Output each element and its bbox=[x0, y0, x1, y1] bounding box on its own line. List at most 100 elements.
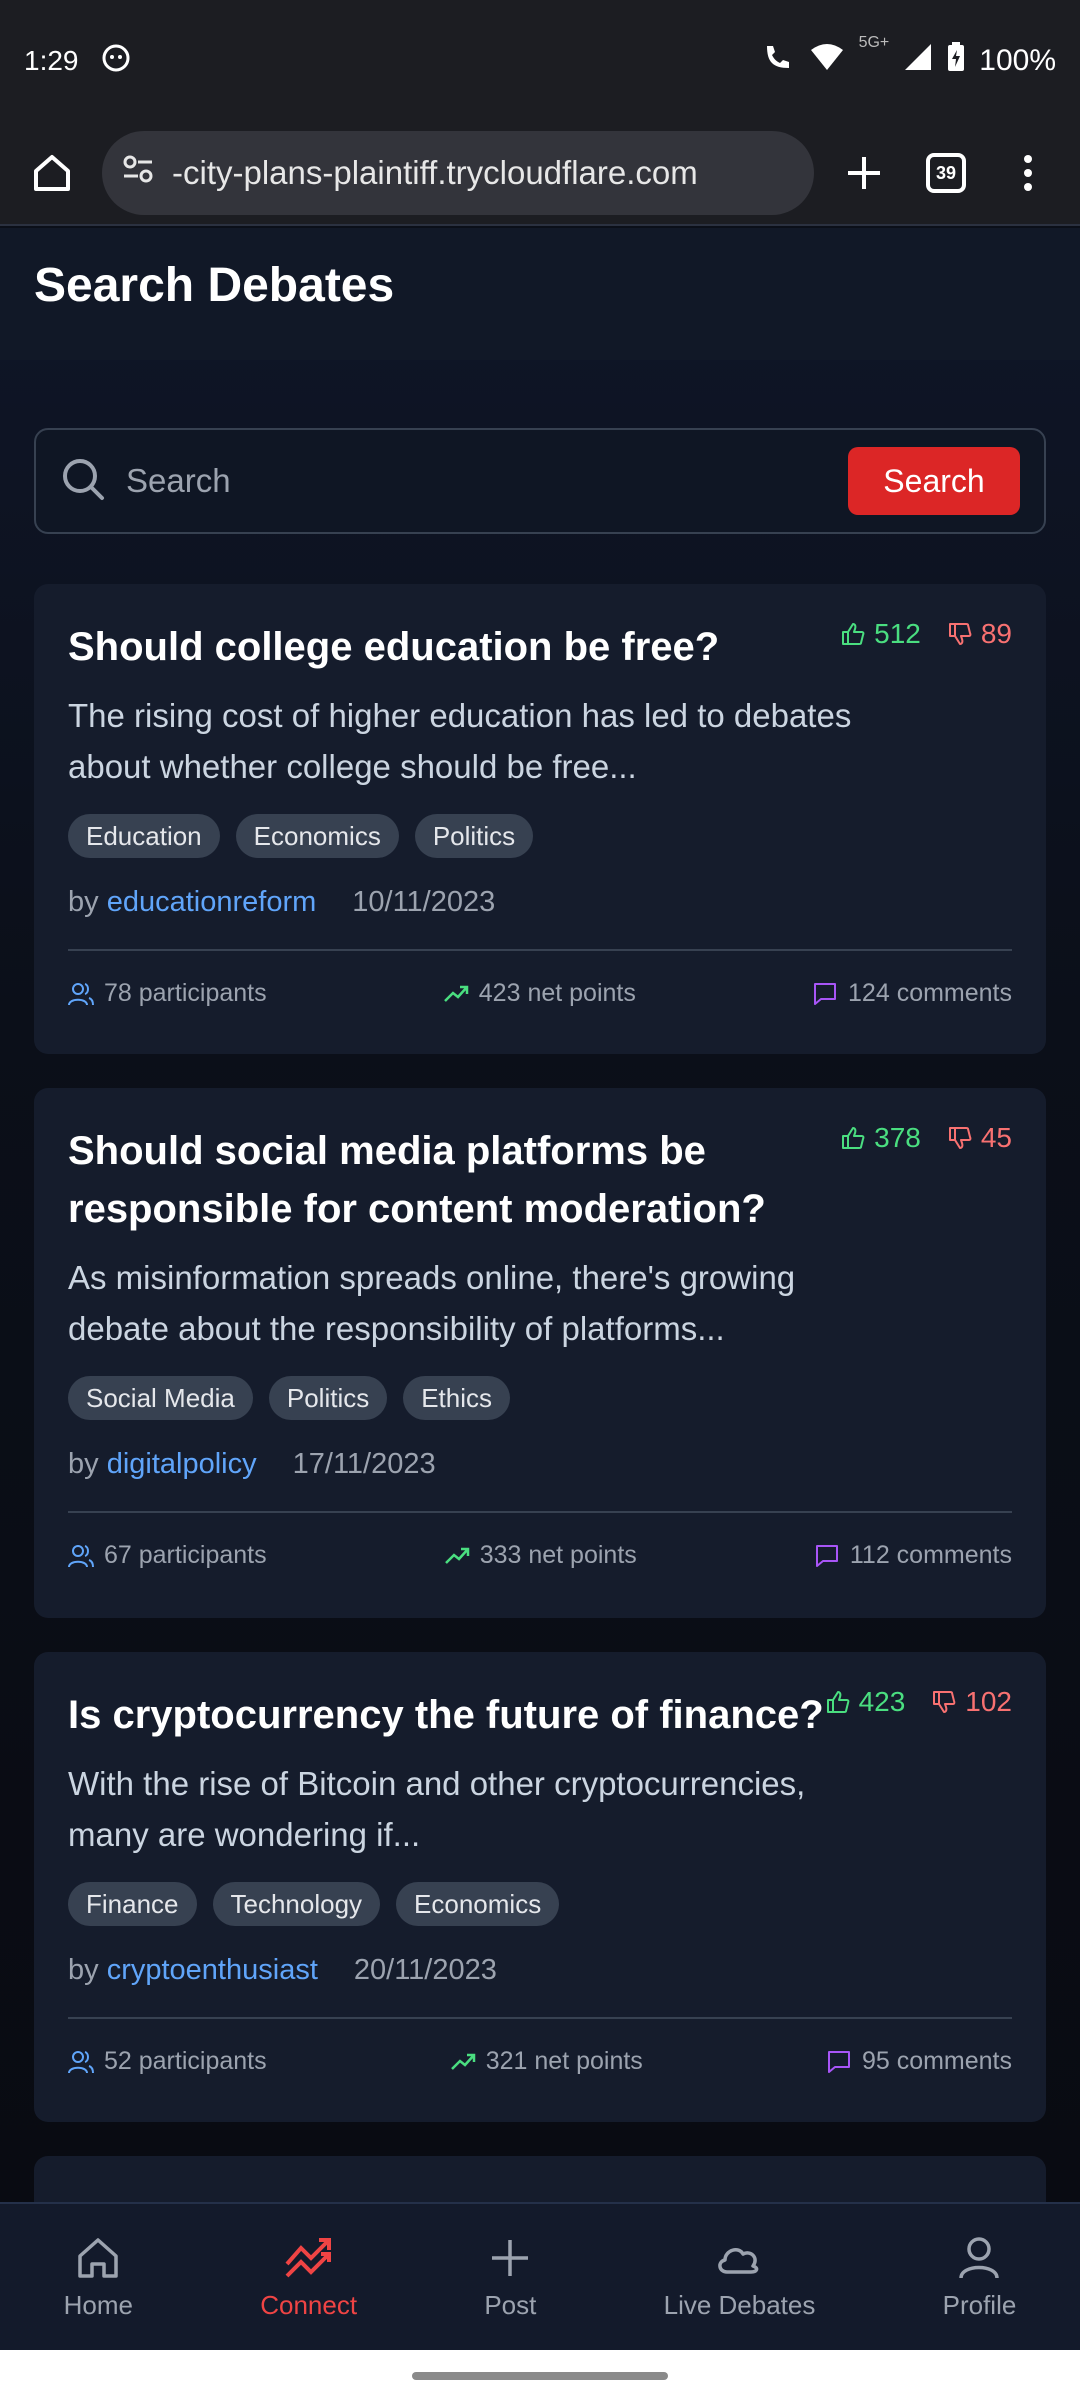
tag[interactable]: Social Media bbox=[68, 1376, 253, 1420]
by-label: by bbox=[68, 1954, 99, 1986]
author-link[interactable]: digitalpolicy bbox=[107, 1448, 257, 1480]
debate-card[interactable]: Should college education be free? 512 89… bbox=[34, 584, 1046, 1054]
tag[interactable]: Economics bbox=[235, 814, 399, 858]
debate-date: 10/11/2023 bbox=[352, 886, 496, 918]
home-icon bbox=[78, 2237, 119, 2278]
debate-description: The rising cost of higher education has … bbox=[68, 697, 852, 785]
participants-count: 67 participants bbox=[104, 1541, 267, 1569]
comments-count: 124 comments bbox=[848, 979, 1012, 1007]
trending-icon bbox=[285, 2237, 331, 2277]
new-tab-button[interactable] bbox=[832, 141, 896, 205]
search-button[interactable]: Search bbox=[848, 447, 1020, 515]
comments-count: 95 comments bbox=[861, 2047, 1012, 2075]
debate-description: With the rise of Bitcoin and other crypt… bbox=[68, 1765, 806, 1853]
vote-counts: 378 45 bbox=[840, 1122, 1012, 1154]
participants-count: 52 participants bbox=[104, 2047, 267, 2075]
divider bbox=[68, 1511, 1012, 1513]
plus-icon bbox=[848, 157, 880, 189]
participants-stat: 52 participants bbox=[68, 2047, 267, 2076]
status-time: 1:29 bbox=[24, 45, 79, 76]
more-vert-icon bbox=[1024, 155, 1032, 191]
debate-stats: 67 participants 333 net points 112 comme… bbox=[68, 1541, 1012, 1570]
users-icon bbox=[68, 982, 94, 1005]
upvote-button[interactable]: 378 bbox=[840, 1122, 921, 1154]
comment-icon bbox=[814, 982, 837, 1005]
page-header: Search Debates bbox=[0, 228, 1080, 360]
url-text: -city-plans-plaintiff.trycloudflare.com bbox=[172, 154, 698, 191]
tag-list: Finance Technology Economics bbox=[68, 1882, 1012, 1926]
thumbs-down-icon bbox=[933, 1691, 956, 1713]
upvote-count: 378 bbox=[874, 1122, 921, 1153]
tag-list: Social Media Politics Ethics bbox=[68, 1376, 1012, 1420]
upvote-button[interactable]: 512 bbox=[840, 618, 921, 650]
net-points-stat: 423 net points bbox=[443, 979, 636, 1008]
downvote-button[interactable]: 89 bbox=[947, 618, 1012, 650]
nav-home[interactable]: Home bbox=[64, 2234, 133, 2321]
tag[interactable]: Finance bbox=[68, 1882, 197, 1926]
author-link[interactable]: cryptoenthusiast bbox=[107, 1954, 318, 1986]
nav-connect[interactable]: Connect bbox=[260, 2234, 357, 2321]
tag[interactable]: Education bbox=[68, 814, 220, 858]
debate-card-partial[interactable] bbox=[34, 2156, 1046, 2202]
comments-stat[interactable]: 112 comments bbox=[814, 1541, 1012, 1570]
thumbs-down-icon bbox=[948, 1127, 972, 1149]
comment-icon bbox=[827, 2050, 850, 2073]
gesture-area bbox=[0, 2350, 1080, 2400]
browser-home-icon bbox=[34, 155, 70, 191]
cloud-icon bbox=[718, 2247, 759, 2274]
search-input[interactable]: Search bbox=[126, 462, 848, 500]
wifi-icon bbox=[809, 42, 845, 80]
tag[interactable]: Economics bbox=[396, 1882, 560, 1926]
nav-live-debates[interactable]: Live Debates bbox=[664, 2234, 815, 2321]
signal-icon bbox=[903, 42, 933, 80]
comment-icon bbox=[815, 1544, 838, 1567]
comments-stat[interactable]: 95 comments bbox=[826, 2047, 1012, 2076]
battery-level: 100% bbox=[979, 44, 1056, 77]
author-link[interactable]: educationreform bbox=[107, 886, 317, 918]
trending-up-icon bbox=[450, 2053, 475, 2070]
users-icon bbox=[68, 1544, 94, 1567]
upvote-count: 512 bbox=[874, 618, 921, 649]
debate-card[interactable]: Should social media platforms be respons… bbox=[34, 1088, 1046, 1618]
tag[interactable]: Politics bbox=[414, 814, 534, 858]
home-button[interactable] bbox=[20, 141, 84, 205]
thumbs-up-icon bbox=[826, 1691, 849, 1713]
byline: by digitalpolicy 17/11/2023 bbox=[68, 1448, 1012, 1481]
debate-stats: 78 participants 423 net points 124 comme… bbox=[68, 979, 1012, 1008]
tag[interactable]: Technology bbox=[212, 1882, 381, 1926]
tab-switcher-button[interactable]: 39 bbox=[914, 141, 978, 205]
comments-stat[interactable]: 124 comments bbox=[812, 979, 1012, 1008]
downvote-button[interactable]: 45 bbox=[947, 1122, 1012, 1154]
net-points-stat: 333 net points bbox=[444, 1541, 637, 1570]
net-points: 321 net points bbox=[485, 2047, 643, 2075]
comments-count: 112 comments bbox=[849, 1541, 1012, 1569]
network-type: 5G+ bbox=[858, 34, 890, 51]
debate-title[interactable]: Is cryptocurrency the future of finance? bbox=[68, 1686, 868, 1744]
downvote-button[interactable]: 102 bbox=[931, 1686, 1012, 1718]
menu-button[interactable] bbox=[996, 141, 1060, 205]
site-settings-icon[interactable] bbox=[120, 151, 156, 195]
trending-up-icon bbox=[444, 1547, 469, 1564]
downvote-count: 89 bbox=[980, 618, 1012, 649]
nav-profile-label: Profile bbox=[942, 2289, 1017, 2320]
downvote-count: 45 bbox=[980, 1122, 1012, 1153]
downvote-count: 102 bbox=[965, 1686, 1012, 1717]
nav-profile[interactable]: Profile bbox=[942, 2234, 1017, 2321]
vote-counts: 512 89 bbox=[840, 618, 1012, 650]
upvote-button[interactable]: 423 bbox=[825, 1686, 905, 1718]
call-icon bbox=[761, 40, 795, 82]
thumbs-up-icon bbox=[842, 1127, 865, 1149]
tag[interactable]: Ethics bbox=[403, 1376, 511, 1420]
nav-post[interactable]: Post bbox=[484, 2234, 536, 2321]
search-bar: Search Search bbox=[34, 428, 1046, 534]
debate-card[interactable]: Is cryptocurrency the future of finance?… bbox=[34, 1652, 1046, 2122]
debate-title[interactable]: Should college education be free? bbox=[68, 618, 828, 676]
nav-post-label: Post bbox=[484, 2289, 537, 2320]
gesture-handle[interactable] bbox=[412, 2372, 668, 2380]
debate-title[interactable]: Should social media platforms be respons… bbox=[68, 1122, 828, 1238]
byline: by educationreform 10/11/2023 bbox=[68, 886, 1012, 919]
url-bar[interactable]: -city-plans-plaintiff.trycloudflare.com bbox=[102, 131, 814, 215]
browser-toolbar: -city-plans-plaintiff.trycloudflare.com … bbox=[0, 122, 1080, 226]
tag[interactable]: Politics bbox=[268, 1376, 388, 1420]
trending-up-icon bbox=[443, 985, 469, 1002]
